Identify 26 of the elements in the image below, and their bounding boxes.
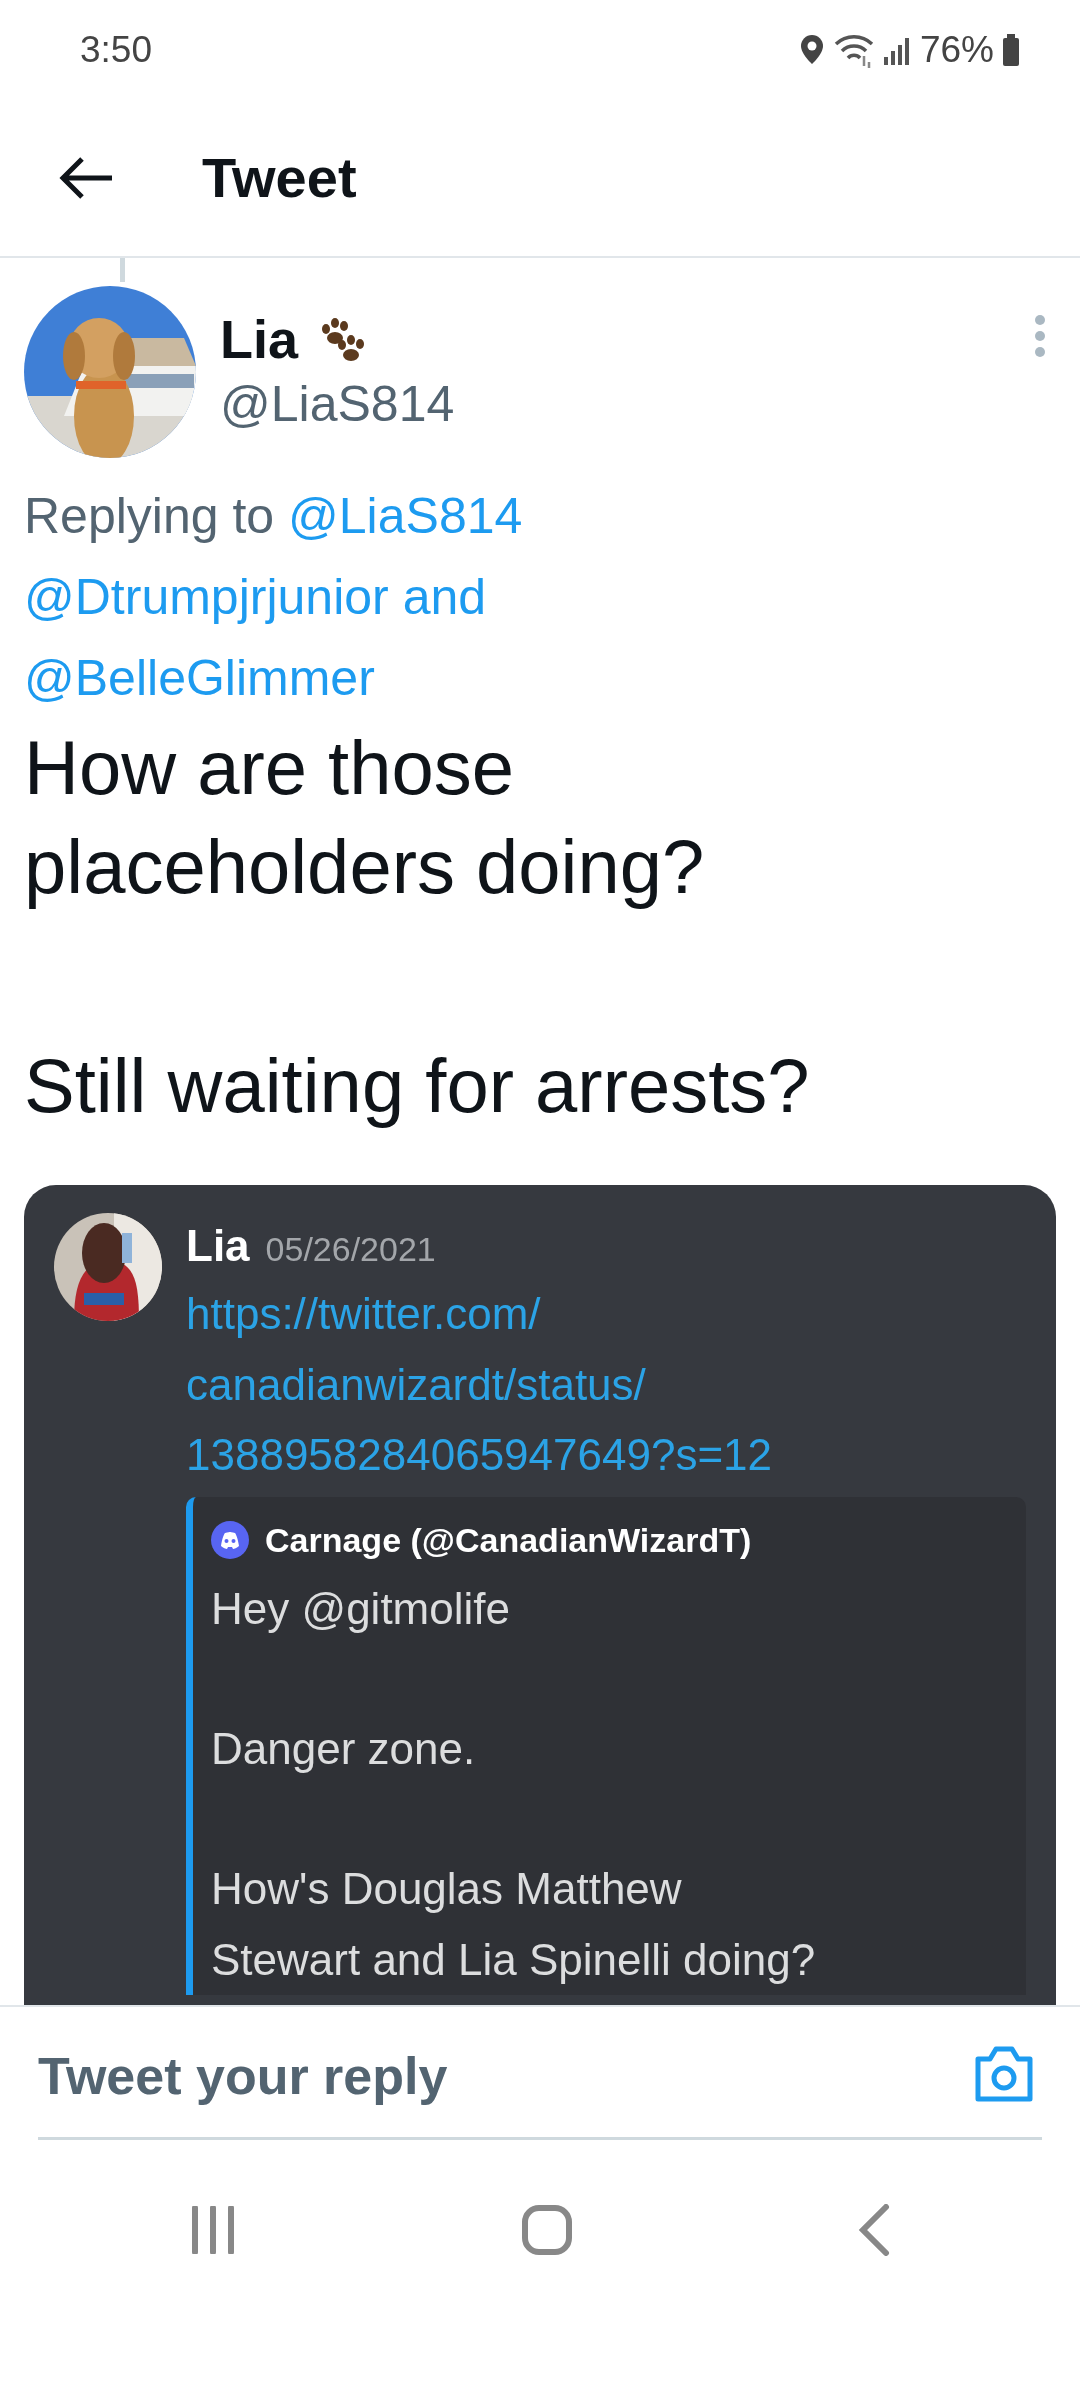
message-link-line: canadianwizardt/status/ (186, 1358, 647, 1411)
tweet-text: How are those placeholders doing? (24, 724, 706, 911)
mention-link[interactable]: @BelleGlimmer (24, 650, 375, 706)
battery-percent: 76% (919, 28, 994, 73)
user-name: Lia (220, 308, 299, 372)
page-title: Tweet (202, 145, 357, 211)
wifi-icon (833, 32, 874, 68)
mention-link[interactable]: @LiaS814 (288, 488, 523, 544)
embed-author: Carnage (@CanadianWizardT) (265, 1519, 752, 1561)
discord-logo-icon (211, 1521, 249, 1560)
status-time: 3:50 (80, 28, 152, 73)
embed-text-line: Hey @gitmolife (211, 1582, 511, 1635)
more-options-icon[interactable] (1034, 314, 1046, 358)
message-link-line: https://twitter.com/ (186, 1288, 542, 1341)
mention-link[interactable]: @Dtrumpjrjunior (24, 569, 389, 625)
embed-text-line: Danger zone. (211, 1722, 477, 1775)
embed-text-line: How's Douglas Matthew (211, 1863, 683, 1916)
battery-icon (1002, 34, 1020, 66)
tweet-text: Still waiting for arrests? (24, 1041, 811, 1130)
replying-to-text: Replying to @LiaS814 @Dtrumpjrjunior and @BelleGlimmer (24, 487, 524, 708)
embed-text-line: Stewart and Lia Spinelli doing? (211, 1933, 817, 1986)
message-link-line: 1388958284065947649?s=12 (186, 1429, 774, 1482)
reply-input-field[interactable]: Tweet your reply (38, 2007, 1042, 2141)
message-date: 05/26/2021 (265, 1229, 436, 1271)
user-handle: @LiaS814 (220, 374, 456, 434)
message-author: Lia (186, 1220, 250, 1273)
